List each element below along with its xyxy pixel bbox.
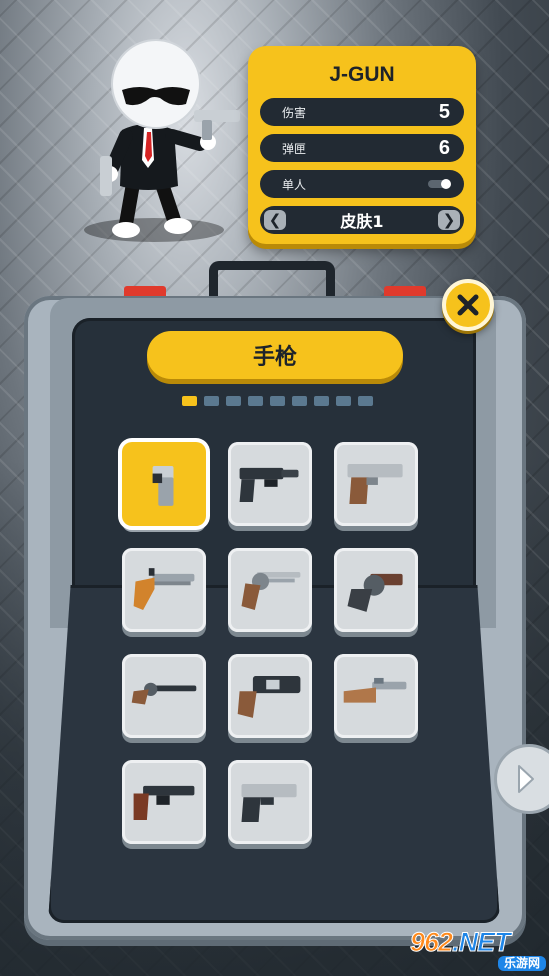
page-dot xyxy=(248,396,263,406)
mauser-pistol-icon xyxy=(133,785,195,821)
watermark-site-name: 乐游网 xyxy=(497,956,546,971)
page-dot xyxy=(182,396,197,406)
long-revolver-icon xyxy=(131,682,197,705)
dual-tone-pistol-icon xyxy=(241,783,297,822)
page-dot xyxy=(358,396,373,406)
weapon-slot-suppressed-pistol[interactable] xyxy=(228,442,312,526)
page-dot xyxy=(292,396,307,406)
suppressed-pistol-icon xyxy=(239,467,299,503)
skin-next-button[interactable]: ❯ xyxy=(437,210,460,230)
weapon-slot-mauser-pistol[interactable] xyxy=(122,760,206,844)
skin-prev-button[interactable]: ❮ xyxy=(264,210,286,230)
close-icon xyxy=(457,294,479,316)
damage-label: 伤害 xyxy=(282,105,307,120)
weapon-slot-dual-tone-pistol[interactable] xyxy=(228,760,312,844)
damage-row: 伤害 5 xyxy=(260,98,464,126)
magazine-row: 弹匣 6 xyxy=(260,134,464,162)
weapon-name: J-GUN xyxy=(329,63,395,86)
weapon-slot-flintlock-pistol[interactable] xyxy=(122,548,206,632)
fire-mode-label: 单人 xyxy=(282,177,307,192)
skin-selector: ❮ 皮肤1 ❯ xyxy=(260,206,464,234)
weapon-info-card: J-GUN 伤害 5 弹匣 6 单人 ❮ 皮肤1 ❯ xyxy=(248,46,476,244)
chevron-right-icon xyxy=(518,765,534,793)
weapon-slot-compact-pistol[interactable] xyxy=(122,442,206,526)
watermark-number: 962 xyxy=(409,927,453,957)
compact-pistol-icon xyxy=(152,465,174,506)
weapon-slot-antique-pistol[interactable] xyxy=(334,654,418,738)
weapon-slot-silver-revolver[interactable] xyxy=(228,548,312,632)
page-dot xyxy=(204,396,219,406)
damage-value: 5 xyxy=(438,100,450,123)
antique-pistol-icon xyxy=(343,677,407,703)
weapon-slot-snub-revolver[interactable] xyxy=(334,548,418,632)
skin-label: 皮肤1 xyxy=(340,212,384,231)
agent-character xyxy=(84,39,240,242)
site-watermark: 962.NET 乐游网 xyxy=(409,927,546,972)
magazine-label: 弹匣 xyxy=(282,141,307,156)
weapon-slot-heavy-revolver[interactable] xyxy=(228,654,312,738)
page-dot xyxy=(314,396,329,406)
snub-revolver-icon xyxy=(347,573,403,612)
heavy-revolver-icon xyxy=(237,676,301,718)
page-dot xyxy=(270,396,285,406)
silver-revolver-icon xyxy=(241,571,301,610)
weapon-grid xyxy=(122,442,420,844)
watermark-net: .NET xyxy=(452,927,511,957)
weapon-slot-silver-pistol[interactable] xyxy=(334,442,418,526)
category-button[interactable]: 手枪 xyxy=(147,331,403,379)
fire-mode-row[interactable]: 单人 xyxy=(260,170,464,198)
flintlock-pistol-icon xyxy=(133,568,195,610)
page-dot xyxy=(226,396,241,406)
weapon-slot-long-revolver[interactable] xyxy=(122,654,206,738)
close-button[interactable] xyxy=(442,279,494,331)
page-dot xyxy=(336,396,351,406)
fire-mode-toggle-icon[interactable] xyxy=(428,179,451,189)
magazine-value: 6 xyxy=(438,136,450,159)
silver-pistol-icon xyxy=(347,464,403,504)
page-indicator xyxy=(182,396,373,406)
